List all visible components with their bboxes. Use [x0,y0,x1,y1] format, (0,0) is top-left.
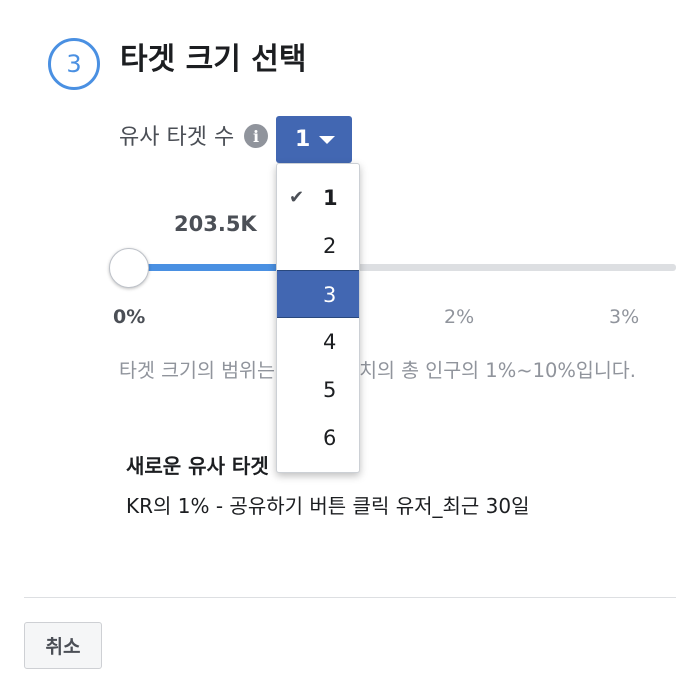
audience-count-value: 1 [295,127,311,152]
footer-divider [24,597,676,598]
menu-item-4[interactable]: 4 [277,318,359,366]
menu-item-3[interactable]: 3 [277,270,359,318]
menu-item-1[interactable]: ✔ 1 [277,174,359,222]
slider-tick-label: 0% [113,306,146,328]
menu-item-5[interactable]: 5 [277,366,359,414]
chevron-down-icon [319,136,335,144]
new-audience-heading: 새로운 유사 타겟 [126,454,269,478]
section-title: 타겟 크기 선택 [120,42,307,77]
audience-count-menu: ✔ 1 2 3 4 5 6 [276,163,360,473]
audience-count-dropdown[interactable]: 1 [276,116,352,163]
estimated-reach-value: 203.5K [174,212,257,236]
audience-range-description: 타겟 크기의 범위는 선택된 위치의 총 인구의 1%~10%입니다. [119,359,636,382]
check-icon: ✔ [289,187,305,208]
step-number-badge: 3 [48,38,100,90]
audience-size-slider-handle[interactable] [109,248,149,288]
audience-size-slider-track[interactable] [129,264,676,271]
new-audience-name: KR의 1% - 공유하기 버튼 클릭 유저_최근 30일 [126,494,530,518]
slider-tick-label: 2% [444,306,475,328]
audience-size-slider-fill [129,264,289,271]
step-number: 3 [66,50,82,78]
slider-tick-label: 3% [609,306,640,328]
menu-item-6[interactable]: 6 [277,414,359,462]
info-icon[interactable]: i [244,124,268,148]
cancel-button[interactable]: 취소 [24,622,102,669]
menu-item-2[interactable]: 2 [277,222,359,270]
audience-count-label: 유사 타겟 수 [119,125,235,150]
